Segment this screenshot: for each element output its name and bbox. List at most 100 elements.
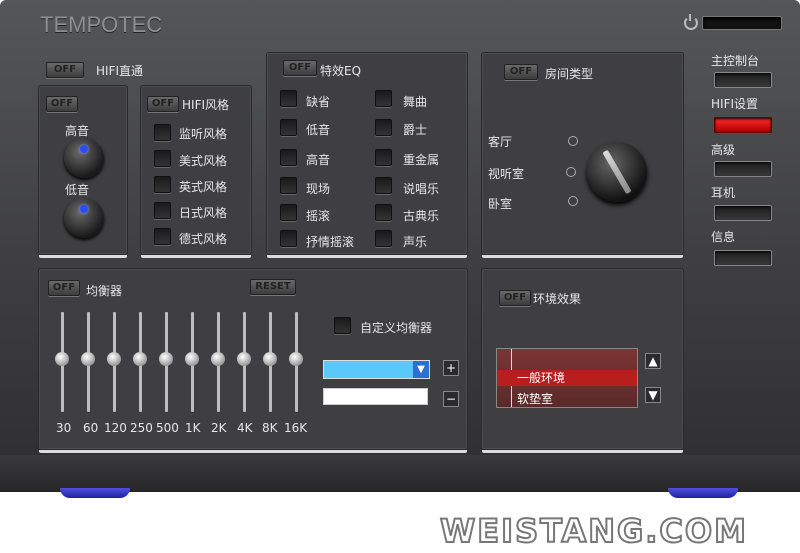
window-base (0, 455, 800, 492)
equalizer-off-button[interactable]: OFF (48, 280, 80, 296)
eq-slider-thumb-30[interactable] (55, 352, 69, 366)
style-checkbox-2[interactable] (154, 176, 171, 193)
eq-slider-thumb-4k[interactable] (237, 352, 251, 366)
eq-checkbox-vocal[interactable] (375, 230, 392, 247)
eq-label-treble: 高音 (306, 153, 331, 167)
eq-checkbox-bass[interactable] (280, 119, 297, 136)
eq-checkbox-rock[interactable] (280, 204, 297, 221)
eq-preset-dropdown[interactable]: ▼ (323, 360, 430, 379)
eq-label-jazz: 爵士 (403, 123, 428, 137)
eq-band-label-1k: 1K (185, 421, 201, 435)
treble-label: 高音 (65, 124, 90, 138)
eq-slider-thumb-120[interactable] (107, 352, 121, 366)
eq-checkbox-default[interactable] (280, 90, 297, 107)
equalizer-title: 均衡器 (86, 284, 123, 298)
room-selector-knob[interactable] (587, 142, 647, 202)
eq-slider-thumb-60[interactable] (81, 352, 95, 366)
environment-up-button[interactable]: ▲ (645, 353, 661, 369)
eq-band-label-8k: 8K (262, 421, 278, 435)
eq-slider-thumb-8k[interactable] (263, 352, 277, 366)
eq-checkbox-soft-rock[interactable] (280, 230, 297, 247)
effect-eq-off-button[interactable]: OFF (283, 60, 317, 76)
eq-label-rock: 摇滚 (306, 209, 331, 223)
environment-title: 环境效果 (533, 292, 582, 306)
eq-band-label-30: 30 (56, 421, 72, 435)
effect-eq-title: 特效EQ (320, 64, 362, 78)
eq-label-live: 现场 (306, 182, 331, 196)
room-option-bedroom-indicator (568, 196, 578, 206)
room-option-living-indicator (568, 136, 578, 146)
eq-slider-thumb-2k[interactable] (211, 352, 225, 366)
bass-knob[interactable] (64, 198, 104, 238)
eq-slider-thumb-16k[interactable] (289, 352, 303, 366)
nav-button-hifi-settings[interactable] (714, 117, 772, 133)
eq-label-metal: 重金属 (403, 153, 440, 167)
environment-down-button[interactable]: ▼ (645, 387, 661, 403)
hifi-direct-title: HIFI直通 (96, 64, 144, 78)
eq-checkbox-metal[interactable] (375, 149, 392, 166)
eq-label-default: 缺省 (306, 95, 331, 109)
eq-band-label-120: 120 (104, 421, 127, 435)
nav-button-console[interactable] (714, 72, 772, 88)
style-label-4: 德式风格 (179, 232, 228, 246)
environment-off-button[interactable]: OFF (499, 290, 531, 306)
nav-label-info: 信息 (711, 230, 736, 244)
eq-label-classical: 古典乐 (403, 209, 440, 223)
room-option-bedroom[interactable]: 卧室 (488, 195, 512, 212)
nav-button-headphone[interactable] (714, 205, 772, 221)
right-foot (668, 488, 738, 498)
style-checkbox-0[interactable] (154, 124, 171, 141)
hifi-direct-off-button[interactable]: OFF (46, 62, 84, 78)
room-type-title: 房间类型 (545, 67, 594, 81)
room-off-button[interactable]: OFF (504, 64, 538, 80)
eq-checkbox-classical[interactable] (375, 204, 392, 221)
eq-add-preset-button[interactable]: + (443, 360, 459, 376)
environment-item-padded-room[interactable]: 软垫室 (497, 391, 637, 407)
style-label-2: 英式风格 (179, 180, 228, 194)
nav-button-advanced[interactable] (714, 161, 772, 177)
hifi-style-title: HIFI风格 (182, 98, 230, 112)
equalizer-reset-button[interactable]: RESET (250, 279, 296, 295)
eq-slider-thumb-250[interactable] (133, 352, 147, 366)
style-label-0: 监听风格 (179, 127, 228, 141)
style-checkbox-4[interactable] (154, 228, 171, 245)
watermark-logo: WEISTANG.COM (439, 511, 748, 551)
tone-off-button[interactable]: OFF (46, 96, 78, 112)
room-option-theater-indicator (566, 167, 576, 177)
eq-preset-name-input[interactable] (323, 388, 428, 405)
nav-button-info[interactable] (714, 250, 772, 266)
room-type-panel (481, 52, 684, 258)
eq-band-label-16k: 16K (284, 421, 308, 435)
style-checkbox-3[interactable] (154, 202, 171, 219)
eq-checkbox-dance[interactable] (375, 90, 392, 107)
hifi-style-off-button[interactable]: OFF (147, 96, 179, 112)
eq-label-vocal: 声乐 (403, 235, 428, 249)
eq-band-label-500: 500 (156, 421, 179, 435)
chevron-down-icon[interactable]: ▼ (413, 361, 429, 378)
eq-slider-thumb-500[interactable] (159, 352, 173, 366)
eq-checkbox-rap[interactable] (375, 177, 392, 194)
eq-label-rap: 说唱乐 (403, 182, 440, 196)
nav-label-advanced: 高级 (711, 143, 736, 157)
eq-label-soft-rock: 抒情摇滚 (306, 235, 355, 249)
style-label-3: 日式风格 (179, 206, 228, 220)
custom-eq-checkbox[interactable] (334, 317, 351, 334)
eq-remove-preset-button[interactable]: − (443, 391, 459, 407)
eq-checkbox-live[interactable] (280, 177, 297, 194)
eq-band-label-2k: 2K (211, 421, 227, 435)
power-bar[interactable] (702, 16, 782, 30)
environment-item-general[interactable]: 一般环境 (497, 370, 637, 386)
environment-list[interactable]: 一般环境 软垫室 (496, 348, 638, 408)
nav-label-console: 主控制台 (711, 54, 760, 68)
eq-checkbox-jazz[interactable] (375, 119, 392, 136)
eq-slider-thumb-1k[interactable] (185, 352, 199, 366)
power-icon[interactable] (684, 14, 698, 30)
eq-band-label-250: 250 (130, 421, 153, 435)
style-checkbox-1[interactable] (154, 150, 171, 167)
nav-label-hifi-settings: HIFI设置 (711, 97, 759, 111)
eq-checkbox-treble[interactable] (280, 149, 297, 166)
style-label-1: 美式风格 (179, 154, 228, 168)
room-option-living[interactable]: 客厅 (488, 133, 512, 150)
treble-knob[interactable] (64, 138, 104, 178)
room-option-theater[interactable]: 视听室 (488, 165, 524, 182)
